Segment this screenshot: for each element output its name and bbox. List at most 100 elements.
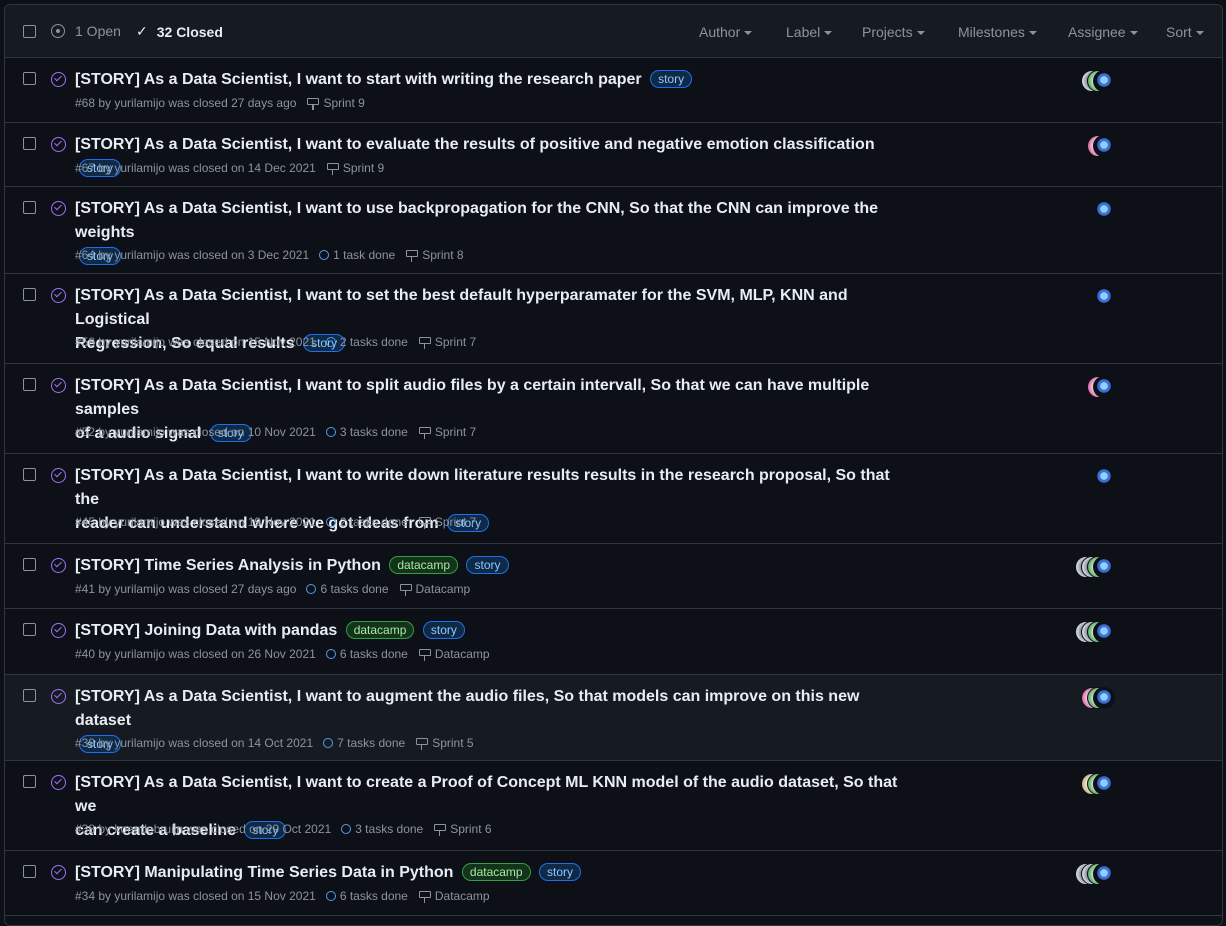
task-progress-text: 2 tasks done — [339, 515, 408, 529]
milestone-label: Sprint 5 — [432, 736, 474, 750]
issue-checkbox[interactable] — [23, 201, 36, 214]
milestone-link[interactable]: Sprint 7 — [418, 515, 476, 529]
assignee-avatars[interactable] — [1065, 773, 1115, 795]
issue-checkbox[interactable] — [23, 689, 36, 702]
issue-checkbox[interactable] — [23, 558, 36, 571]
issue-title-link[interactable]: [STORY] Time Series Analysis in Python — [75, 557, 381, 574]
issue-row[interactable]: [STORY] As a Data Scientist, I want to a… — [5, 675, 1222, 761]
milestone-link[interactable]: Datacamp — [418, 647, 490, 661]
issue-meta-text[interactable]: #39 by yurilamijo was closed on 14 Oct 2… — [75, 736, 313, 750]
assignee-avatars[interactable] — [1065, 621, 1115, 643]
label-story[interactable]: story — [650, 70, 693, 88]
caret-down-icon — [916, 31, 925, 36]
assignee-avatars[interactable] — [1065, 286, 1115, 308]
issue-closed-icon — [51, 775, 66, 790]
select-all-checkbox[interactable] — [23, 25, 36, 38]
issue-checkbox[interactable] — [23, 378, 36, 391]
issue-title-link[interactable]: [STORY] Joining Data with pandas — [75, 622, 337, 639]
assignee-avatars[interactable] — [1065, 466, 1115, 488]
issue-checkbox[interactable] — [23, 137, 36, 150]
milestone-link[interactable]: Datacamp — [399, 582, 470, 596]
label-datacamp[interactable]: datacamp — [389, 556, 459, 574]
issue-row[interactable]: [STORY] Manipulating Time Series Data in… — [5, 851, 1222, 916]
issue-row[interactable]: [STORY] Time Series Analysis in Python d… — [5, 544, 1222, 609]
issue-checkbox[interactable] — [23, 623, 36, 636]
issue-meta-text[interactable]: #34 by yurilamijo was closed on 15 Nov 2… — [75, 889, 316, 903]
assignee-avatars[interactable] — [1065, 135, 1115, 157]
issue-checkbox[interactable] — [23, 775, 36, 788]
open-issues-tab[interactable]: 1 Open — [51, 23, 121, 39]
milestone-link[interactable]: Sprint 7 — [418, 425, 476, 439]
issue-checkbox[interactable] — [23, 468, 36, 481]
milestone-link[interactable]: Sprint 9 — [306, 96, 365, 110]
issue-meta-text[interactable]: #64 by yurilamijo was closed on 3 Dec 20… — [75, 248, 309, 262]
issue-row[interactable]: [STORY] As a Data Scientist, I want to s… — [5, 58, 1222, 123]
issue-checkbox[interactable] — [23, 72, 36, 85]
milestone-label: Sprint 7 — [434, 335, 477, 349]
issue-meta-text[interactable]: #67 by yurilamijo was closed on 14 Dec 2… — [75, 161, 316, 175]
milestone-link[interactable]: Sprint 5 — [415, 736, 474, 750]
label-datacamp[interactable]: datacamp — [461, 863, 531, 881]
issue-row[interactable]: [STORY] As a Data Scientist, I want to e… — [5, 123, 1222, 187]
milestone-link[interactable]: Sprint 9 — [326, 161, 384, 175]
milestone-link[interactable]: Sprint 7 — [418, 335, 476, 349]
milestone-label: Sprint 8 — [422, 248, 464, 262]
milestones-filter[interactable]: Milestones — [958, 24, 1037, 40]
assignee-avatars[interactable] — [1065, 556, 1115, 578]
sort-filter[interactable]: Sort — [1166, 24, 1204, 40]
task-progress: 6 tasks done — [325, 647, 408, 661]
assignee-avatars[interactable] — [1065, 687, 1115, 709]
issue-checkbox[interactable] — [23, 865, 36, 878]
label-story[interactable]: story — [539, 863, 582, 881]
issue-row[interactable]: [STORY] As a Data Scientist, I want to s… — [5, 274, 1222, 364]
issue-title-link[interactable]: [STORY] As a Data Scientist, I want to u… — [75, 200, 878, 241]
avatar[interactable] — [1093, 199, 1115, 221]
assignee-avatars[interactable] — [1065, 863, 1115, 885]
issue-row[interactable]: [STORY] Joining Data with pandas datacam… — [5, 609, 1222, 675]
assignee-avatars[interactable] — [1065, 199, 1115, 221]
issue-row[interactable]: [STORY] As a Data Scientist, I want to w… — [5, 454, 1222, 544]
issues-header: 1 Open ✓ 32 Closed Author Label Projects… — [5, 5, 1222, 58]
assignee-filter[interactable]: Assignee — [1068, 24, 1138, 40]
milestone-icon — [418, 516, 431, 529]
issue-row[interactable]: [STORY] As a Data Scientist, I want to c… — [5, 761, 1222, 851]
avatar[interactable] — [1093, 376, 1115, 398]
avatar[interactable] — [1093, 70, 1115, 92]
issue-meta-text[interactable]: #58 by yurilamijo was closed on 15 Nov 2… — [75, 335, 316, 349]
issue-meta-text[interactable]: #38 by koendebruijn was closed on 29 Oct… — [75, 822, 331, 836]
avatar[interactable] — [1093, 466, 1115, 488]
avatar[interactable] — [1093, 773, 1115, 795]
issue-title-link[interactable]: [STORY] As a Data Scientist, I want to a… — [75, 688, 859, 729]
issue-row[interactable]: [STORY] As a Data Scientist, I want to u… — [5, 187, 1222, 274]
issue-meta-text[interactable]: #40 by yurilamijo was closed on 26 Nov 2… — [75, 647, 316, 661]
projects-filter[interactable]: Projects — [862, 24, 925, 40]
milestone-link[interactable]: Sprint 6 — [433, 822, 492, 836]
label-story[interactable]: story — [422, 621, 465, 639]
closed-issues-tab[interactable]: ✓ 32 Closed — [136, 23, 223, 40]
issue-title-link[interactable]: [STORY] As a Data Scientist, I want to s… — [75, 71, 642, 88]
issue-meta-text[interactable]: #41 by yurilamijo was closed 27 days ago — [75, 582, 296, 596]
issue-meta-text[interactable]: #45 by yurilamijo was closed on 19 Nov 2… — [75, 515, 316, 529]
avatar[interactable] — [1093, 687, 1115, 709]
assignee-avatars[interactable] — [1065, 376, 1115, 398]
avatar[interactable] — [1093, 621, 1115, 643]
issue-title-link[interactable]: [STORY] Manipulating Time Series Data in… — [75, 864, 453, 881]
author-filter[interactable]: Author — [699, 24, 753, 40]
avatar[interactable] — [1093, 863, 1115, 885]
issue-meta-text[interactable]: #68 by yurilamijo was closed 27 days ago — [75, 96, 296, 110]
avatar[interactable] — [1093, 286, 1115, 308]
avatar[interactable] — [1093, 556, 1115, 578]
milestone-link[interactable]: Sprint 8 — [405, 248, 464, 262]
assignee-avatars[interactable] — [1065, 70, 1115, 92]
label-filter[interactable]: Label — [786, 24, 833, 40]
issue-checkbox[interactable] — [23, 288, 36, 301]
milestone-link[interactable]: Datacamp — [418, 889, 490, 903]
issue-meta-text[interactable]: #52 by yurilamijo was closed on 10 Nov 2… — [75, 425, 316, 439]
task-progress-icon — [325, 891, 336, 901]
issue-title-link[interactable]: [STORY] As a Data Scientist, I want to e… — [75, 136, 875, 153]
issue-row[interactable]: [STORY] As a Data Scientist, I want to s… — [5, 364, 1222, 454]
issue-closed-icon — [51, 468, 66, 483]
label-story[interactable]: story — [466, 556, 509, 574]
avatar[interactable] — [1093, 135, 1115, 157]
label-datacamp[interactable]: datacamp — [345, 621, 415, 639]
